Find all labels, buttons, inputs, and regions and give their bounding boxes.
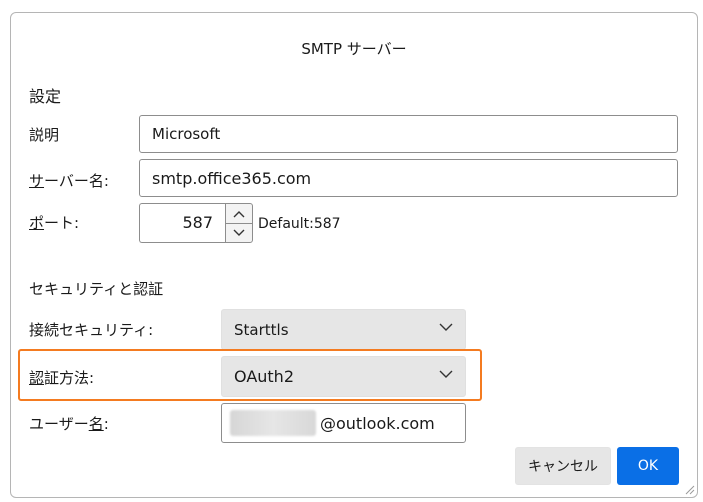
server-name-label-accesskey: サ: [29, 172, 45, 190]
port-value[interactable]: 587: [139, 203, 225, 243]
username-domain: @outlook.com: [320, 413, 435, 433]
server-name-value: smtp.office365.com: [152, 168, 312, 188]
chevron-down-icon: [233, 229, 245, 236]
username-field[interactable]: @outlook.com: [221, 403, 466, 443]
description-label: 説明: [29, 126, 60, 144]
connection-security-label: 接続セキュリティ:: [29, 321, 154, 339]
cancel-button[interactable]: キャンセル: [515, 447, 611, 485]
auth-method-select[interactable]: OAuth2: [221, 356, 466, 397]
port-label: ポート:: [29, 212, 79, 233]
description-field[interactable]: Microsoft: [139, 115, 678, 153]
auth-method-label-accesskey: 認: [29, 369, 45, 387]
username-label-accesskey: 名: [88, 415, 104, 433]
port-increment-button[interactable]: [226, 204, 252, 224]
settings-section-label: 設定: [29, 87, 62, 106]
port-stepper[interactable]: 587: [139, 203, 253, 243]
username-label-text: ユーザー: [29, 415, 89, 433]
dialog-title: SMTP サーバー: [301, 40, 407, 58]
chevron-down-icon: [439, 370, 453, 378]
ok-button[interactable]: OK: [617, 447, 679, 485]
port-label-accesskey: ポ: [29, 214, 45, 232]
resize-grip-icon[interactable]: [683, 483, 695, 495]
auth-method-value: OAuth2: [234, 367, 294, 386]
redacted-username: [230, 410, 316, 436]
server-name-label-text: ーバー名:: [44, 172, 109, 190]
server-name-field[interactable]: smtp.office365.com: [139, 159, 678, 197]
auth-method-label-text: 証方法:: [44, 369, 95, 387]
connection-security-value: Starttls: [234, 320, 289, 339]
username-label: ユーザー名:: [29, 413, 109, 434]
connection-security-select[interactable]: Starttls: [221, 309, 466, 350]
port-decrement-button[interactable]: [226, 223, 252, 242]
port-label-text: ート:: [44, 214, 80, 232]
chevron-down-icon: [439, 323, 453, 331]
server-name-label: サーバー名:: [29, 170, 109, 191]
description-value: Microsoft: [152, 125, 221, 143]
auth-method-label: 認証方法:: [29, 367, 94, 388]
smtp-server-dialog: SMTP サーバー 設定 説明 Microsoft サーバー名: smtp.of…: [10, 12, 698, 498]
username-label-colon: :: [103, 415, 109, 433]
port-stepper-buttons: [225, 203, 253, 243]
chevron-up-icon: [233, 210, 245, 217]
port-default-text: Default:587: [258, 216, 341, 232]
security-section-label: セキュリティと認証: [29, 280, 164, 298]
